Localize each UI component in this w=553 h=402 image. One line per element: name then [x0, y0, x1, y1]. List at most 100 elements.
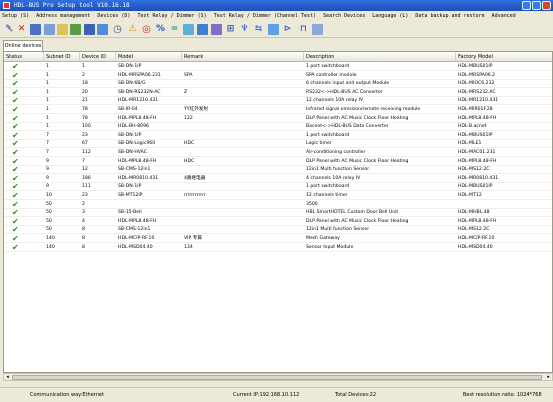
alert-icon[interactable]: ⚠: [127, 24, 138, 35]
minimize-button[interactable]: [522, 1, 531, 10]
col-remark-header[interactable]: Remark: [182, 52, 304, 62]
status-check-icon: ✔: [12, 106, 19, 114]
table-row[interactable]: ✔ 7 67 SB-DN-Logic960 HDC Logic timer HDL-MLE1: [4, 140, 552, 149]
filter-icon[interactable]: ⊳: [282, 24, 293, 35]
col-description-cell: 6 channels input and output Module: [306, 81, 390, 87]
table-row[interactable]: ✔ 50 4 HDL-MPL8.48-FH DLP Panel with AC Musi…: [4, 218, 552, 226]
menu-search-devices[interactable]: Search Devices: [323, 13, 365, 19]
print-icon[interactable]: ⊓: [298, 24, 309, 35]
menu-advanced[interactable]: Advanced: [492, 13, 516, 19]
col-description-cell: SPA controller module: [306, 72, 357, 78]
col-device-id-cell: 20: [82, 89, 88, 95]
window-icon[interactable]: [312, 24, 323, 35]
status-check-icon: ✔: [12, 131, 19, 140]
status-current-ip: Current IP:192.168.10.112: [233, 392, 300, 398]
col-device-id-cell: 4: [82, 218, 85, 224]
table-row[interactable]: ✔ 1 78 HDL-MPL8.48-FH 122 DLP Panel with AC M…: [4, 115, 552, 123]
col-description-cell: 12 channels timer: [306, 193, 348, 198]
table-row[interactable]: ✔ 7 112 SB-DN-HVAC Air-conditioning controll…: [4, 149, 552, 157]
sync-icon[interactable]: [211, 24, 222, 35]
close-window-button[interactable]: [542, 1, 551, 10]
menu-channel-test[interactable]: Test Relay / Dimmer (Channel Test): [214, 13, 316, 19]
tools-icon[interactable]: %: [155, 24, 166, 35]
col-model-cell: HDL-MSD04.40: [118, 244, 153, 250]
col-description-cell: Bacnet<->HDL-BUS Data Converter: [306, 124, 389, 130]
network-icon[interactable]: ⇆: [253, 24, 264, 35]
col-subnet-id-cell: 1: [46, 124, 49, 130]
col-description-cell: Infrared signal emission/remote receivin…: [306, 107, 421, 112]
col-remark-cell: [182, 123, 304, 131]
table-row[interactable]: ✔ 9 12 SB-CMS-12in1 12in1 Multi function Sen…: [4, 166, 552, 175]
tree-icon[interactable]: ⊞: [225, 24, 236, 35]
col-subnet-id-cell: 140: [46, 244, 55, 250]
table-row[interactable]: ✔ 1 1 SB-DN-1IP 1 port switchboard HDL-MBUS01…: [4, 63, 552, 71]
table-row[interactable]: ✔ 1 2 HDL-MRSPA06.231 SPA SPA controller modu…: [4, 72, 552, 80]
col-factory-model-cell: HDL-MS12.2C: [458, 227, 490, 233]
scroll-right-icon[interactable]: ▸: [545, 374, 552, 380]
col-subnet-id-cell: 9: [46, 175, 49, 181]
menu-language[interactable]: Language (L): [372, 13, 408, 19]
upload-icon[interactable]: ◎: [141, 24, 152, 35]
col-description-cell: 3500: [306, 201, 318, 207]
col-subnet-id-cell: 1: [46, 89, 49, 95]
col-subnet-id-cell: 9: [46, 158, 49, 164]
col-device-id-header[interactable]: Device ID: [80, 52, 116, 62]
menu-setup[interactable]: Setup (S): [2, 13, 29, 19]
table-row[interactable]: ✔ 1 20 SB-DN-RS232N-AC Z RS232<->HDL-BUS AC C…: [4, 89, 552, 97]
chart-icon[interactable]: [197, 24, 208, 35]
tab-online-devices[interactable]: Online devices: [3, 40, 43, 51]
horizontal-scrollbar[interactable]: ◂ ▸: [3, 373, 553, 381]
table-row[interactable]: ✔ 1 18 SB-DN-6B/G 6 channels input and outpu…: [4, 80, 552, 89]
delete-icon[interactable]: ␡: [4, 24, 15, 35]
table-row[interactable]: ✔ 50 2 3500: [4, 201, 552, 209]
table-row[interactable]: ✔ 10 23 SB-MT12IP rrrrrrrrrrrr 12 channels ti…: [4, 192, 552, 200]
search-icon[interactable]: [268, 24, 279, 35]
list-icon[interactable]: [183, 24, 194, 35]
status-check-icon: ✔: [12, 149, 19, 157]
col-factory-model-header[interactable]: Factory Model: [456, 52, 552, 62]
maximize-button[interactable]: [532, 1, 541, 10]
grid-icon[interactable]: [30, 24, 41, 35]
col-subnet-id-cell: 1: [46, 115, 49, 121]
table-row[interactable]: ✔ 140 8 HDL-MCIP-RF.10 VIP 专属 Mesh Gateway HDL…: [4, 235, 552, 243]
status-check-icon: ✔: [12, 63, 19, 71]
table-row[interactable]: ✔ 9 186 HDL-MR0810.431 4路继电器 4 channels 10A r…: [4, 175, 552, 183]
copy-icon[interactable]: ♆: [239, 24, 250, 35]
monitor-icon[interactable]: [97, 24, 108, 35]
col-status-header[interactable]: Status: [4, 52, 44, 62]
col-remark-cell: HDC: [184, 141, 195, 147]
col-description-cell: 1 port switchboard: [306, 184, 350, 190]
table-row[interactable]: ✔ 9 111 SB-DN-1IP 1 port switchboard HDL-MBUS…: [4, 183, 552, 192]
col-subnet-id-cell: 1: [46, 98, 49, 104]
table-row[interactable]: ✔ 50 8 SB-CMS-12in1 12in1 Multi function Sen…: [4, 226, 552, 235]
menu-devices[interactable]: Devices (D): [97, 13, 130, 19]
clock-icon[interactable]: ◷: [112, 24, 123, 35]
menu-address-management[interactable]: Address management: [36, 13, 90, 19]
col-model-header[interactable]: Model: [116, 52, 182, 62]
col-model-cell: HDL-BH-8096: [118, 124, 149, 130]
export-icon[interactable]: =: [169, 24, 180, 35]
settings-icon[interactable]: [57, 24, 68, 35]
col-description-header[interactable]: Description: [304, 52, 456, 62]
table-row[interactable]: ✔ 9 7 HDL-MPL8.48-FH HDC DLP Panel with AC Mu…: [4, 158, 552, 166]
table-row[interactable]: ✔ 1 100 HDL-BH-8096 Bacnet<->HDL-BUS Data Co…: [4, 123, 552, 132]
table-icon[interactable]: [70, 24, 81, 35]
scroll-thumb[interactable]: [12, 375, 542, 380]
col-subnet-id-cell: 9: [46, 184, 49, 190]
col-factory-model-cell: HDL-MBUS01IP: [458, 132, 493, 138]
table-row[interactable]: ✔ 7 23 SB-DN-1IP 1 port switchboard HDL-MBUS0…: [4, 131, 552, 140]
table-row[interactable]: ✔ 1 21 HDL-MR1210.431 12 channels 10A relay …: [4, 97, 552, 106]
menu-backup-restore[interactable]: Data backup and restore: [415, 13, 484, 19]
table-row[interactable]: ✔ 140 8 HDL-MSD04.40 134 Sensor Input Module H…: [4, 244, 552, 252]
col-subnet-id-header[interactable]: Subnet ID: [44, 52, 80, 62]
app-icon: [3, 2, 10, 9]
menu-test-relay[interactable]: Test Relay / Dimmer (S): [137, 13, 206, 19]
col-subnet-id-cell: 7: [46, 141, 49, 147]
table-row[interactable]: ✔ 50 3 SB-15-Bell HBL SmartHOTEL Custom Door…: [4, 209, 552, 218]
save-icon[interactable]: [84, 24, 95, 35]
refresh-icon[interactable]: [44, 24, 55, 35]
col-subnet-id-cell: 140: [46, 236, 55, 241]
table-row[interactable]: ✔ 1 78 SB-IR-04 YY红外发射 Infrared signal emissi…: [4, 106, 552, 114]
close-icon[interactable]: ✕: [16, 24, 27, 35]
scroll-left-icon[interactable]: ◂: [4, 374, 11, 380]
